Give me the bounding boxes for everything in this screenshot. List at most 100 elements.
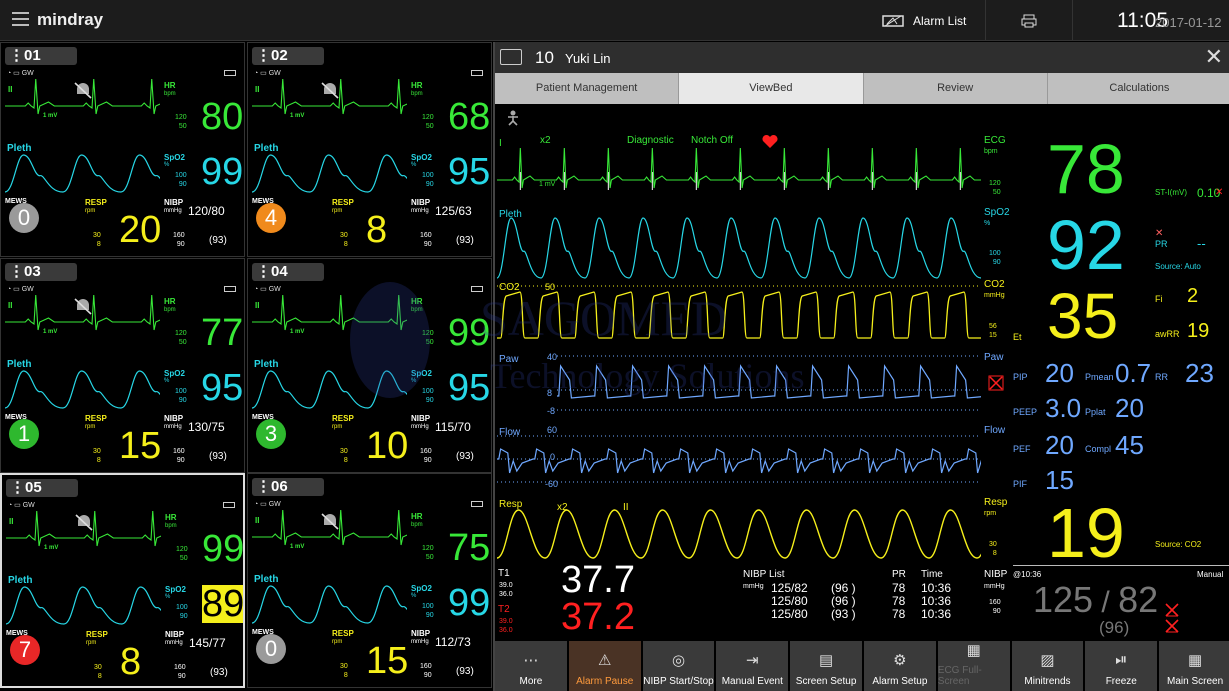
clock-date: 2017-01-12 <box>1155 15 1222 30</box>
nibp-reading: 125 / 82 <box>1033 579 1159 620</box>
etco2-value: 35 <box>1047 280 1119 352</box>
button-label: Screen Setup <box>795 676 857 687</box>
alarm-pause-button[interactable]: ⚠ Alarm Pause <box>568 641 641 691</box>
main-screen-button[interactable]: ▦ Main Screen <box>1159 641 1229 691</box>
pr-source: Source: Auto <box>1155 262 1201 271</box>
tab-patient-management[interactable]: Patient Management <box>495 73 680 104</box>
minitrends-button[interactable]: ▨ Minitrends <box>1011 641 1084 691</box>
bed-number[interactable]: ⋮04 <box>252 263 324 281</box>
bed-tile[interactable]: ⋮04 ◔ ▭ GW II 1 mV HR bpm 120 50 99 Pleth… <box>247 258 492 473</box>
rr-value: 23 <box>1185 358 1214 388</box>
resp-source: Source: CO2 <box>1155 540 1202 549</box>
panel-header: 10 Yuki Lin ✕ <box>495 42 1229 73</box>
spo2-unit: % <box>164 162 170 168</box>
t2-value: 37.2 <box>561 596 635 638</box>
tab-viewbed[interactable]: ViewBed <box>679 73 864 104</box>
person-icon <box>508 110 518 126</box>
pef-value: 20 <box>1045 430 1074 460</box>
nibp-list-bp: 125/80 <box>771 607 808 621</box>
print-button[interactable] <box>985 0 1073 41</box>
nibp-list-pr: 78 <box>892 607 906 621</box>
bed-tile[interactable]: ⋮03 ◔ ▭ GW II 1 mV HR bpm 120 50 77 Pleth… <box>0 258 245 473</box>
alarm-list-icon <box>882 14 904 27</box>
nibp-value: 125/63 <box>435 204 472 218</box>
ecg-full-screen-button[interactable]: ▦ ECG Full-Screen <box>937 641 1010 691</box>
bed-number[interactable]: ⋮05 <box>6 479 78 497</box>
bed-tile[interactable]: ⋮06 ◔ ▭ GW II 1 mV HR bpm 120 50 75 Pleth… <box>247 473 492 688</box>
close-icon[interactable]: ✕ <box>1205 44 1223 70</box>
pleth-waveform <box>6 586 161 625</box>
nibp-start-stop-icon: ◎ <box>671 652 686 669</box>
freeze-button[interactable]: ⏯ Freeze <box>1085 641 1158 691</box>
flow-waveform <box>497 435 981 483</box>
screen-setup-icon: ▤ <box>818 652 834 669</box>
nibp-map: (93) <box>210 667 228 678</box>
pmean-label: Pmean <box>1085 372 1114 382</box>
button-label: Manual Event <box>721 676 783 687</box>
hr-scale: 120 50 <box>422 114 434 130</box>
nibp-unit: mmHg <box>411 208 429 214</box>
bed-tile[interactable]: ⋮02 ◔ ▭ GW II 1 mV HR bpm 120 50 68 Pleth… <box>247 42 492 257</box>
alarm-paused-icon <box>321 513 339 530</box>
alarm-paused-icon <box>321 82 339 99</box>
main-screen-icon: ▦ <box>1187 652 1203 669</box>
peep-value: 3.0 <box>1045 393 1082 423</box>
nibp-unit: mmHg <box>164 208 182 214</box>
bed-number[interactable]: ⋮06 <box>252 478 324 496</box>
pleth-waveform <box>252 370 407 409</box>
alarm-setup-button[interactable]: ⚙ Alarm Setup <box>863 641 936 691</box>
ecg-label: ECG <box>984 135 1006 146</box>
tab-review[interactable]: Review <box>864 73 1048 104</box>
pleth-waveform <box>252 585 407 624</box>
bed-number[interactable]: ⋮03 <box>5 263 77 281</box>
nibp-label: NIBP <box>411 414 431 423</box>
more-button[interactable]: ⋯ More <box>495 641 567 691</box>
resp-value: 10 <box>366 425 409 467</box>
nibp-list-time-header: Time <box>921 569 943 580</box>
spo2-scale: 100 90 <box>422 172 434 188</box>
spo2-value: 95 <box>448 367 491 409</box>
mews-score: 3 <box>256 419 286 449</box>
nibp-list-pr-header: PR <box>892 569 906 580</box>
resp-waveform <box>497 509 981 559</box>
hr-value: 77 <box>201 312 244 354</box>
hr-unit: bpm <box>164 91 176 97</box>
button-label: NIBP Start/Stop <box>643 676 714 687</box>
hr-unit: bpm <box>411 522 423 528</box>
nibp-scale: 160 90 <box>174 664 186 680</box>
bed-icon <box>500 49 522 65</box>
paw-scale-mid: 8 <box>547 388 553 398</box>
bed-tile[interactable]: ⋮05 ◔ ▭ GW II 1 mV HR bpm 120 50 99 Pleth… <box>0 473 245 688</box>
nibp-scale: 160 90 <box>173 448 185 464</box>
hr-scale: 120 50 <box>175 330 187 346</box>
ecg-full-screen-icon: ▦ <box>966 642 981 659</box>
spo2-label: SpO2 <box>411 153 432 162</box>
resp-scale: 30 8 <box>340 232 348 248</box>
nibp-start-stop-button[interactable]: ◎ NIBP Start/Stop <box>642 641 715 691</box>
pif-label: PIF <box>1013 479 1028 489</box>
manual-event-button[interactable]: ⇥ Manual Event <box>716 641 789 691</box>
pleth-waveform <box>497 217 981 279</box>
tab-calculations[interactable]: Calculations <box>1048 73 1229 104</box>
bed-tile[interactable]: ⋮01 ◔ ▭ GW II 1 mV HR bpm 120 50 80 Pleth… <box>0 42 245 257</box>
bed-number[interactable]: ⋮02 <box>252 47 324 65</box>
nibp-scale: 160 90 <box>420 232 432 248</box>
hr-label: HR <box>164 81 176 90</box>
menu-icon[interactable] <box>12 12 29 26</box>
resp-value: 8 <box>366 209 388 251</box>
alarm-list-button[interactable]: Alarm List <box>870 0 980 41</box>
nibp-list-pr: 78 <box>892 581 906 595</box>
nibp-label: NIBP <box>164 198 184 207</box>
button-label: Alarm Setup <box>872 676 928 687</box>
nibp-list-unit: mmHg <box>743 583 764 590</box>
alarm-list-label: Alarm List <box>913 13 967 28</box>
screen-setup-button[interactable]: ▤ Screen Setup <box>790 641 862 691</box>
compl-label: Compl <box>1085 444 1112 454</box>
battery-icon <box>224 70 236 76</box>
hr-scale: 120 50 <box>422 545 434 561</box>
resp-label: RESP <box>332 414 354 423</box>
bed-number[interactable]: ⋮01 <box>5 47 77 65</box>
nibp-unit: mmHg <box>984 583 1005 590</box>
button-label: More <box>519 676 543 687</box>
rr-label: RR <box>1155 372 1168 382</box>
